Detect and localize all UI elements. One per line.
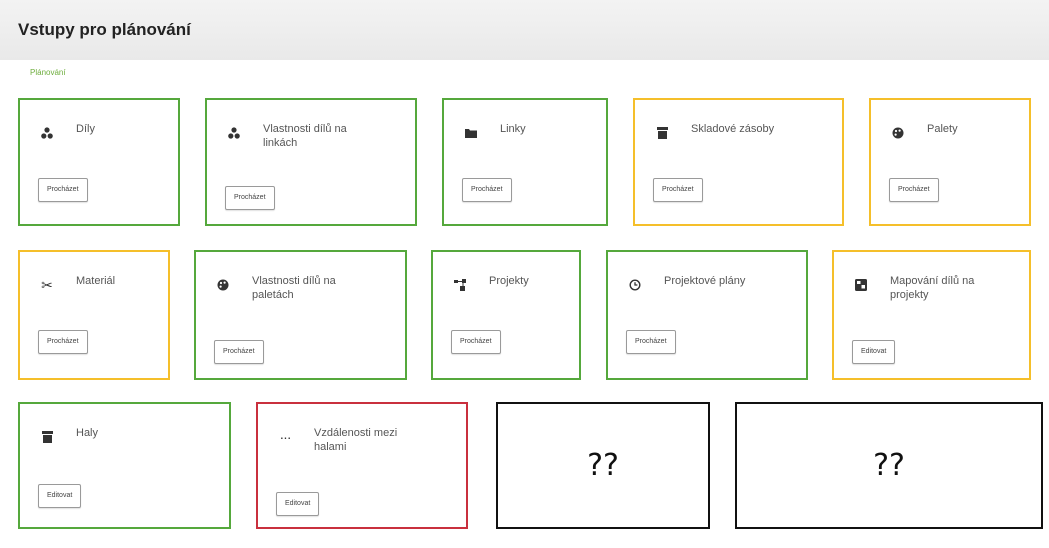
browse-button[interactable]: Procházet	[889, 178, 939, 202]
placeholder-card: ??	[735, 402, 1043, 529]
browse-button[interactable]: Procházet	[38, 330, 88, 354]
browse-button[interactable]: Procházet	[451, 330, 501, 354]
page-title: Vstupy pro plánování	[18, 20, 191, 39]
card-label: Projekty	[489, 275, 529, 287]
card-label: Palety	[927, 123, 958, 135]
edit-button[interactable]: Editovat	[852, 340, 896, 364]
card-vlastnosti-dilu-na-paletach[interactable]: Vlastnosti dílů na paletách Procházet	[194, 250, 407, 380]
map-icon	[854, 278, 868, 292]
card-label: Skladové zásoby	[691, 123, 775, 135]
browse-button[interactable]: Procházet	[214, 340, 264, 364]
card-label: Mapování dílů na projekty	[890, 275, 975, 301]
card-haly[interactable]: Haly Editovat	[18, 402, 231, 529]
folder-icon	[464, 126, 478, 140]
project-icon	[453, 278, 467, 292]
parts-icon	[40, 126, 54, 140]
dots-icon: ···	[279, 429, 292, 445]
breadcrumb[interactable]: Plánování	[30, 68, 66, 77]
card-linky[interactable]: Linky Procházet	[442, 98, 608, 226]
parts-icon	[227, 126, 241, 140]
card-label: Haly	[76, 427, 99, 439]
card-vlastnosti-dilu-na-linkach[interactable]: Vlastnosti dílů na linkách Procházet	[205, 98, 417, 226]
palette-icon	[216, 278, 230, 292]
archive-icon	[40, 430, 54, 444]
palette-icon	[891, 126, 905, 140]
card-dily[interactable]: Díly Procházet	[18, 98, 180, 226]
edit-button[interactable]: Editovat	[38, 484, 82, 508]
clock-icon	[628, 278, 642, 292]
card-label: Materiál	[76, 275, 116, 287]
card-label: Díly	[76, 123, 95, 135]
placeholder-text: ??	[873, 448, 905, 483]
archive-icon	[655, 126, 669, 140]
card-vzdalenosti-mezi-halami[interactable]: ··· Vzdálenosti mezi halami Editovat	[256, 402, 468, 529]
card-label: Vlastnosti dílů na linkách	[263, 123, 347, 149]
page-header: Vstupy pro plánování	[0, 0, 1049, 60]
scissors-icon: ✂	[41, 276, 53, 293]
browse-button[interactable]: Procházet	[626, 330, 676, 354]
card-projekty[interactable]: Projekty Procházet	[431, 250, 581, 380]
browse-button[interactable]: Procházet	[462, 178, 512, 202]
card-palety[interactable]: Palety Procházet	[869, 98, 1031, 226]
edit-button[interactable]: Editovat	[276, 492, 320, 516]
card-material[interactable]: ✂ Materiál Procházet	[18, 250, 170, 380]
card-projektove-plany[interactable]: Projektové plány Procházet	[606, 250, 808, 380]
browse-button[interactable]: Procházet	[38, 178, 88, 202]
card-label: Linky	[500, 123, 526, 135]
card-skladove-zasoby[interactable]: Skladové zásoby Procházet	[633, 98, 844, 226]
card-label: Vlastnosti dílů na paletách	[252, 275, 336, 301]
card-mapovani-dilu-na-projekty[interactable]: Mapování dílů na projekty Editovat	[832, 250, 1031, 380]
browse-button[interactable]: Procházet	[653, 178, 703, 202]
placeholder-text: ??	[587, 448, 619, 483]
card-label: Projektové plány	[664, 275, 746, 287]
card-label: Vzdálenosti mezi halami	[314, 427, 398, 453]
placeholder-card: ??	[496, 402, 710, 529]
browse-button[interactable]: Procházet	[225, 186, 275, 210]
